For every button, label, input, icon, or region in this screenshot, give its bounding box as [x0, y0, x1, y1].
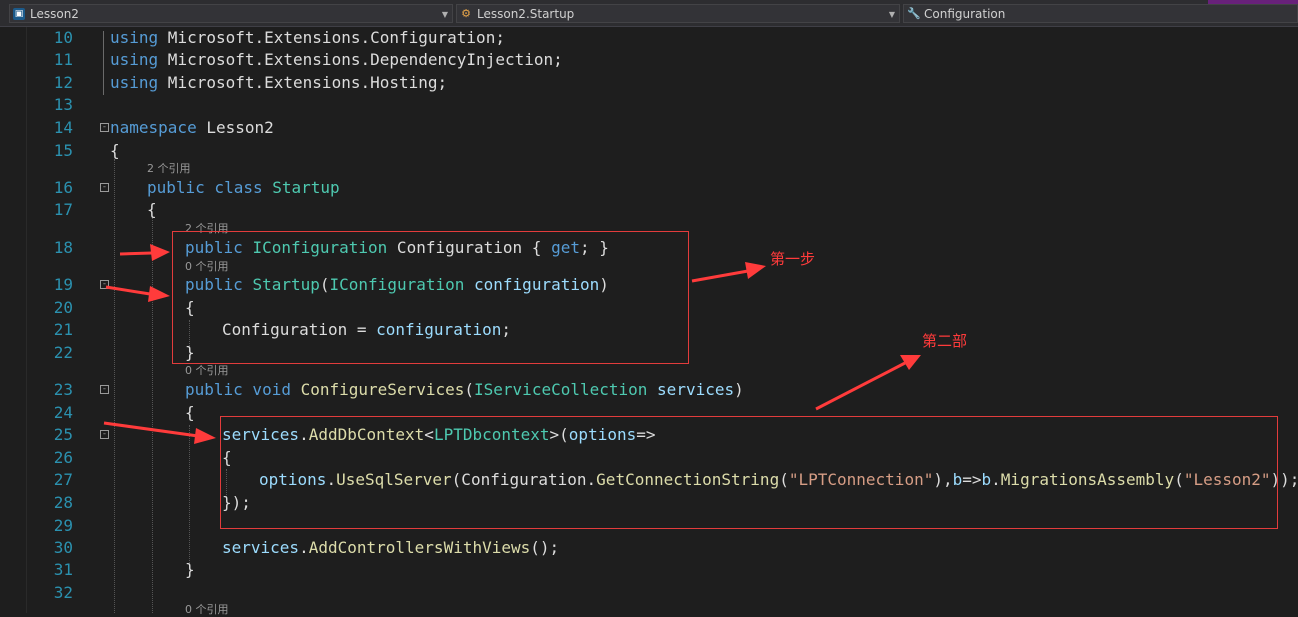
arrow-line-25: [103, 421, 216, 444]
arrow-to-step2: [815, 355, 921, 411]
arrow-line-18: [119, 244, 170, 261]
arrow-to-step1: [691, 262, 766, 283]
annotation-arrows: [103, 244, 921, 444]
arrow-line-19: [105, 285, 170, 302]
